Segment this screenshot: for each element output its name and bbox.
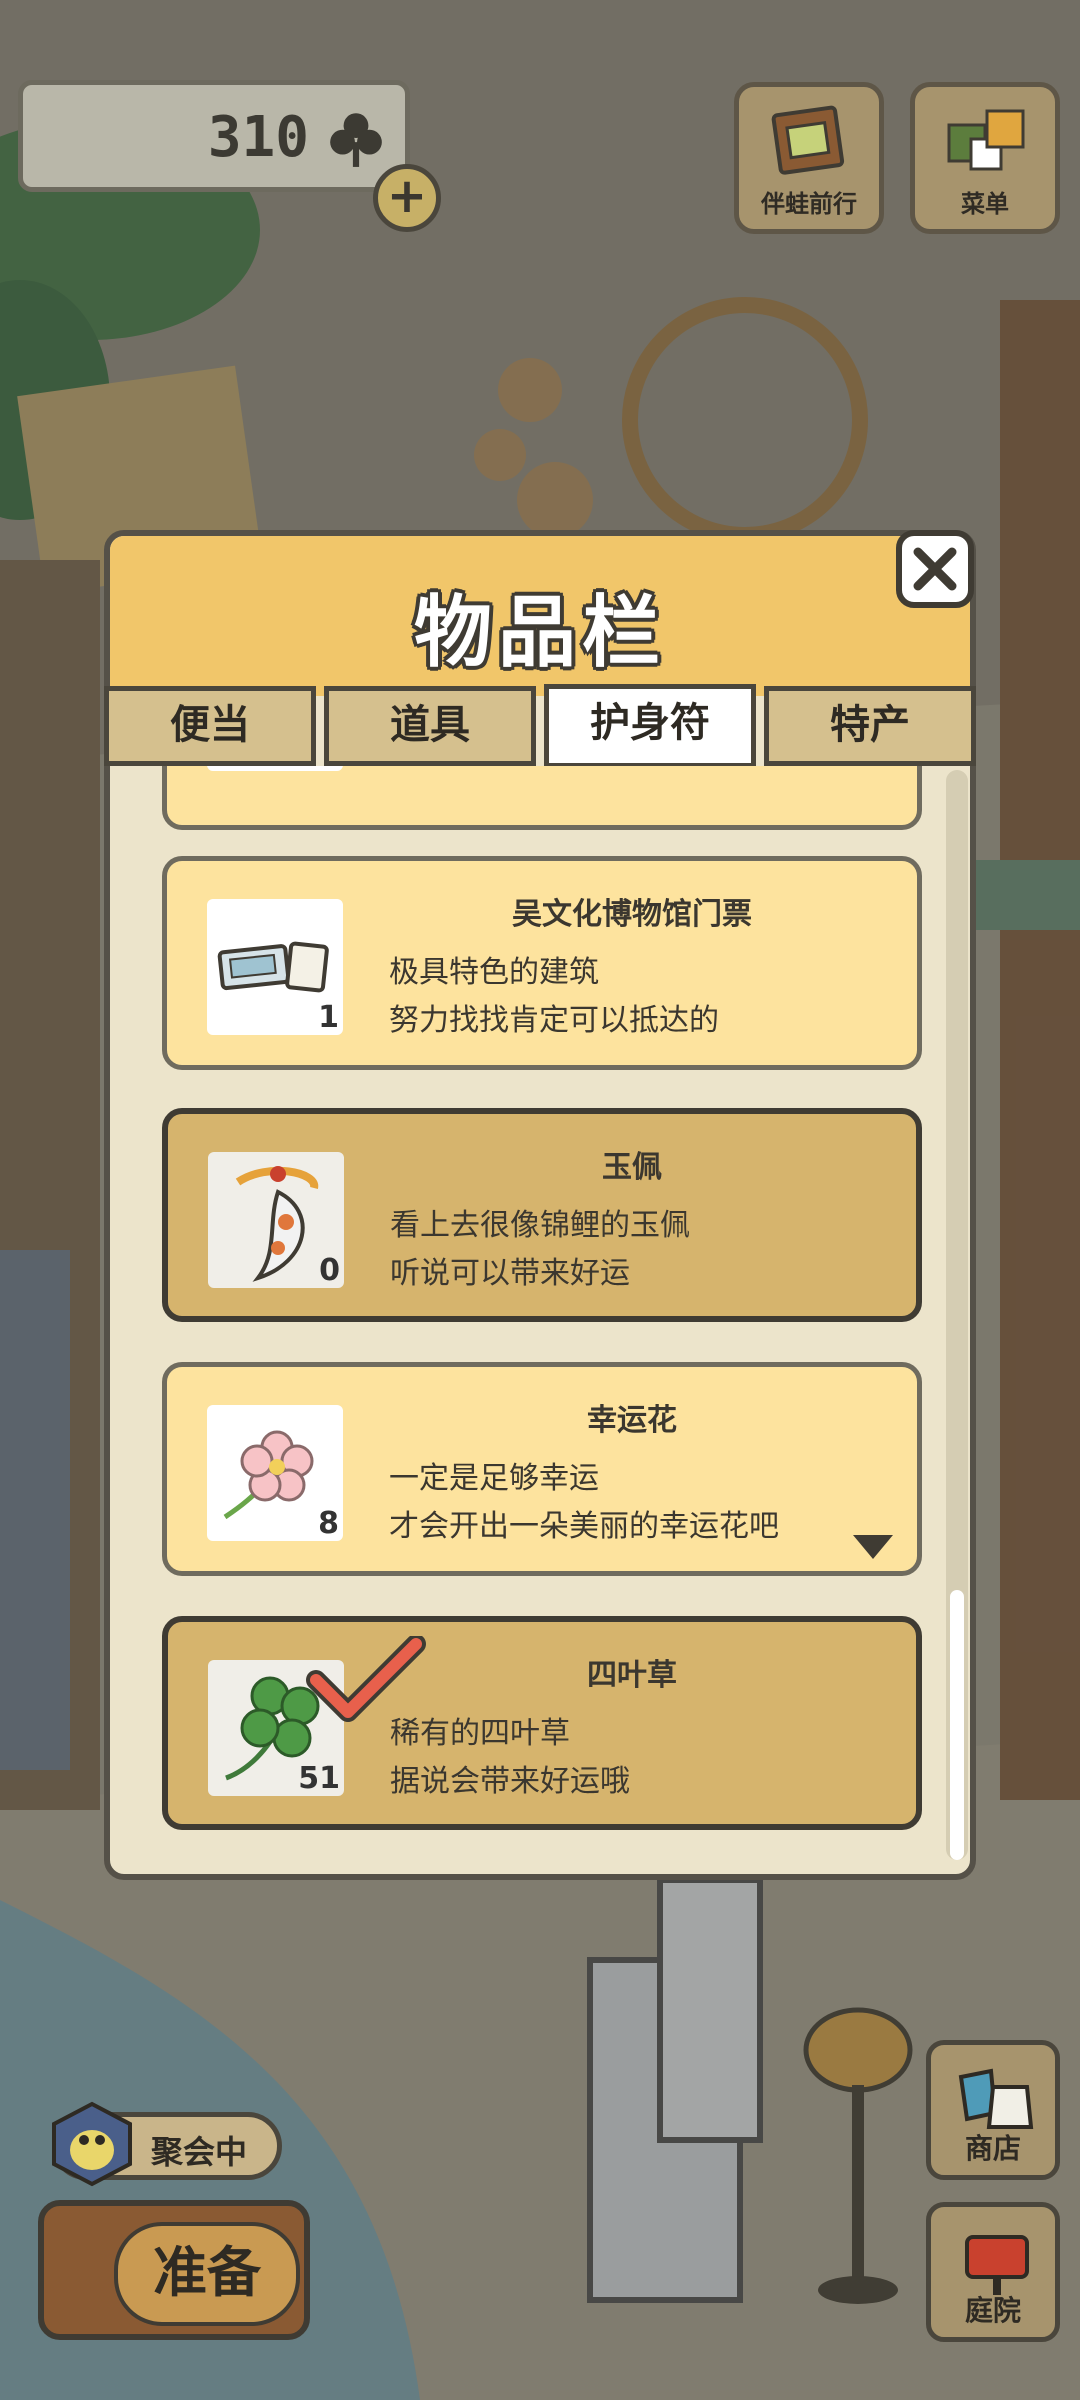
inventory-title: 物品栏 <box>413 588 666 678</box>
plus-icon: + <box>386 168 428 224</box>
postcard-icon <box>771 105 845 175</box>
item-description-line2: 才会开出一朵美丽的幸运花吧 <box>389 1509 779 1544</box>
scrollbar-thumb[interactable] <box>950 1590 964 1860</box>
item-quantity: 8 <box>318 1506 339 1541</box>
shop-bags-icon <box>958 2068 1034 2129</box>
item-quantity: 1 <box>318 1000 339 1035</box>
item-thumbnail: 1 <box>207 899 343 1035</box>
item-thumbnail: 0 <box>208 1152 344 1288</box>
item-quantity: 51 <box>298 1761 340 1796</box>
item-description-line1: 看上去很像锦鲤的玉佩 <box>390 1208 690 1243</box>
prepare-button[interactable]: 准备 <box>38 2200 310 2340</box>
clover-count: 310 <box>207 105 309 170</box>
list-item[interactable]: 8 幸运花 一定是足够幸运 才会开出一朵美丽的幸运花吧 <box>162 1362 922 1576</box>
item-thumbnail <box>207 766 343 771</box>
clover-icon <box>330 113 382 167</box>
list-item-partial[interactable] <box>162 766 922 830</box>
travel-with-frog-button[interactable]: 伴蛙前行 <box>734 82 884 234</box>
item-name: 吴文化博物馆门票 <box>512 897 752 932</box>
item-quantity: 0 <box>319 1253 340 1288</box>
item-description-line1: 稀有的四叶草 <box>390 1716 570 1751</box>
prepare-button-label: 准备 <box>114 2222 300 2326</box>
item-description-line1: 一定是足够幸运 <box>389 1461 599 1496</box>
list-item[interactable]: 0 玉佩 看上去很像锦鲤的玉佩 听说可以带来好运 <box>162 1108 922 1322</box>
item-name: 玉佩 <box>602 1150 662 1185</box>
travel-button-label: 伴蛙前行 <box>761 190 857 218</box>
list-item[interactable]: 1 吴文化博物馆门票 极具特色的建筑 努力找找肯定可以抵达的 <box>162 856 922 1070</box>
yard-button-label: 庭院 <box>964 2294 1021 2327</box>
selected-check-icon <box>306 1636 426 1722</box>
inventory-header: 物品栏 <box>110 536 970 696</box>
list-item-selected[interactable]: 51 四叶草 稀有的四叶草 据说会带来好运哦 <box>162 1616 922 1830</box>
menu-button-label: 菜单 <box>961 190 1009 218</box>
party-status-label: 聚会中 <box>151 2133 248 2171</box>
menu-squares-icon <box>947 109 1025 171</box>
tab-specialties[interactable]: 特产 <box>764 686 976 766</box>
item-description-line2: 听说可以带来好运 <box>390 1256 630 1291</box>
menu-button[interactable]: 菜单 <box>910 82 1060 234</box>
item-list[interactable]: 1 吴文化博物馆门票 极具特色的建筑 努力找找肯定可以抵达的 0 玉佩 看上去很… <box>142 766 952 1860</box>
item-name: 四叶草 <box>587 1658 677 1693</box>
close-button[interactable] <box>896 530 974 608</box>
tab-bento[interactable]: 便当 <box>104 686 316 766</box>
frog-badge-icon <box>52 2101 132 2187</box>
tab-charms[interactable]: 护身符 <box>544 684 756 768</box>
item-description: 一定是足够幸运 才会开出一朵美丽的幸运花吧 <box>389 1455 779 1551</box>
item-description: 极具特色的建筑 努力找找肯定可以抵达的 <box>389 949 719 1045</box>
shop-button[interactable]: 商店 <box>926 2040 1060 2180</box>
item-description-line2: 努力找找肯定可以抵达的 <box>389 1003 719 1038</box>
mailbox-icon <box>965 2235 1029 2295</box>
inventory-tabs: 便当 道具 护身符 特产 <box>104 684 976 768</box>
clover-counter: 310 <box>18 80 410 192</box>
yard-button[interactable]: 庭院 <box>926 2202 1060 2342</box>
item-description-line2: 据说会带来好运哦 <box>390 1764 630 1799</box>
expand-arrow-icon[interactable] <box>853 1535 893 1559</box>
item-description: 稀有的四叶草 据说会带来好运哦 <box>390 1710 630 1806</box>
item-name: 幸运花 <box>587 1403 677 1438</box>
item-thumbnail: 8 <box>207 1405 343 1541</box>
item-description: 看上去很像锦鲤的玉佩 听说可以带来好运 <box>390 1202 690 1298</box>
tab-tools[interactable]: 道具 <box>324 686 536 766</box>
shop-button-label: 商店 <box>964 2132 1021 2165</box>
close-icon <box>913 547 957 591</box>
add-clover-button[interactable]: + <box>373 164 441 232</box>
item-description-line1: 极具特色的建筑 <box>389 955 599 990</box>
